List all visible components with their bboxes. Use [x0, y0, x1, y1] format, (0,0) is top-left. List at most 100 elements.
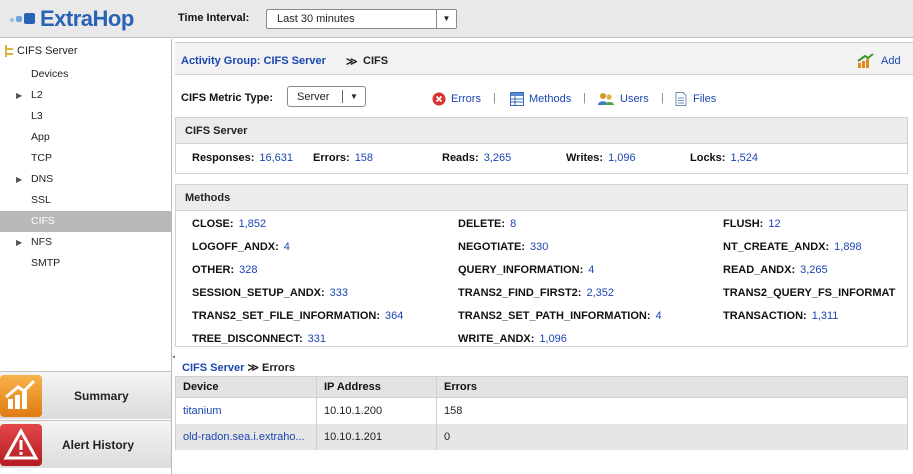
method-write-andx: WRITE_ANDX: 1,096 [458, 333, 567, 345]
method-trans2-set-path-information: TRANS2_SET_PATH_INFORMATION: 4 [458, 310, 662, 322]
methods-link[interactable]: Methods [510, 92, 571, 106]
errors-table-title: CIFS Server ≫ Errors [182, 361, 295, 374]
method-delete: DELETE: 8 [458, 218, 517, 230]
stat-locks: Locks: 1,524 [690, 152, 758, 164]
expand-triangle-icon[interactable]: ▶ [16, 169, 22, 190]
ip-address-cell: 10.10.1.200 [316, 397, 437, 424]
files-label: Files [693, 93, 717, 105]
tree-icon [4, 45, 14, 57]
stat-responses: Responses: 16,631 [192, 152, 294, 164]
table-header-row: Device IP Address Errors [175, 376, 908, 398]
add-chart-icon[interactable] [857, 53, 875, 69]
method-tree-disconnect: TREE_DISCONNECT: 331 [192, 333, 326, 345]
ip-address-cell: 10.10.1.201 [316, 423, 437, 450]
panel-title: CIFS Server [176, 118, 907, 144]
method-trans2-find-first2: TRANS2_FIND_FIRST2: 2,352 [458, 287, 614, 299]
device-link[interactable]: titanium [175, 397, 317, 424]
errors-label: Errors [451, 93, 481, 105]
errors-title-separator: ≫ [247, 362, 259, 374]
panel-title: Methods [176, 185, 907, 211]
extrahop-logo[interactable]: ExtraHop [8, 6, 134, 32]
logo-text: ExtraHop [40, 6, 134, 31]
methods-label: Methods [529, 93, 572, 105]
error-icon [432, 92, 446, 106]
breadcrumb-group-link[interactable]: Activity Group: CIFS Server [181, 55, 326, 67]
errors-title-link[interactable]: CIFS Server [182, 362, 244, 374]
summary-panel: CIFS Server Responses: 16,631 Errors: 158 … [175, 117, 908, 174]
sidebar-item-l2[interactable]: ▶ L2 [0, 85, 171, 106]
stat-errors: Errors: 158 [313, 152, 374, 164]
alert-history-button[interactable]: Alert History [0, 420, 171, 468]
files-link[interactable]: Files [674, 92, 716, 106]
method-trans2-set-file-information: TRANS2_SET_FILE_INFORMATION: 364 [192, 310, 404, 322]
breadcrumb-current: CIFS [363, 55, 389, 67]
method-logoff-andx: LOGOFF_ANDX: 4 [192, 241, 290, 253]
errors-cell: 0 [436, 423, 908, 450]
breadcrumb-separator: ≫ [346, 56, 358, 68]
sidebar-item-l3[interactable]: L3 [0, 106, 171, 127]
errors-table: Device IP Address Errors titanium 10.10.… [175, 376, 908, 450]
divider: | [583, 92, 586, 104]
errors-cell: 158 [436, 397, 908, 424]
sidebar-item-tcp[interactable]: TCP [0, 148, 171, 169]
top-bar: ExtraHop Time Interval: Last 30 minutes … [0, 0, 913, 38]
method-nt-create-andx: NT_CREATE_ANDX: 1,898 [723, 241, 862, 253]
method-close: CLOSE: 1,852 [192, 218, 267, 230]
time-interval-value: Last 30 minutes [277, 13, 355, 25]
column-header-device[interactable]: Device [175, 376, 317, 398]
summary-label: Summary [74, 389, 129, 403]
users-icon [597, 92, 615, 106]
metric-type-value: Server [297, 91, 330, 103]
method-query-information: QUERY_INFORMATION: 4 [458, 264, 595, 276]
stat-writes: Writes: 1,096 [566, 152, 636, 164]
chevron-down-icon: ▼ [436, 10, 456, 28]
breadcrumb: Activity Group: CIFS Server ≫ CIFS Add [175, 42, 913, 75]
errors-title-text: Errors [262, 362, 296, 374]
sidebar-item-cifs[interactable]: CIFS [0, 211, 171, 232]
expand-triangle-icon[interactable]: ▶ [16, 85, 22, 106]
divider: | [493, 92, 496, 104]
sidebar-item-ssl[interactable]: SSL [0, 190, 171, 211]
sidebar-group-label: CIFS Server [17, 45, 78, 57]
table-row: titanium 10.10.1.200 158 [175, 397, 908, 424]
errors-link[interactable]: Errors [432, 92, 481, 106]
column-header-errors[interactable]: Errors [436, 376, 908, 398]
files-icon [674, 92, 688, 106]
users-label: Users [620, 93, 649, 105]
column-header-ip-address[interactable]: IP Address [316, 376, 437, 398]
method-other: OTHER: 328 [192, 264, 258, 276]
divider: | [661, 92, 664, 104]
method-transaction: TRANSACTION: 1,311 [723, 310, 839, 322]
sidebar-item-dns[interactable]: ▶ DNS [0, 169, 171, 190]
alert-history-label: Alert History [62, 438, 135, 452]
sidebar-item-smtp[interactable]: SMTP [0, 253, 171, 274]
time-interval-label: Time Interval: [178, 12, 250, 24]
method-negotiate: NEGOTIATE: 330 [458, 241, 549, 253]
sidebar-group-title[interactable]: CIFS Server [4, 45, 78, 57]
methods-panel: Methods CLOSE: 1,852 DELETE: 8 FLUSH: 12 LO… [175, 184, 908, 347]
device-link[interactable]: old-radon.sea.i.extraho... [175, 423, 317, 450]
sidebar-item-nfs[interactable]: ▶ NFS [0, 232, 171, 253]
logo-mark-icon [8, 8, 38, 30]
summary-chart-icon [0, 375, 42, 417]
expand-triangle-icon[interactable]: ▶ [16, 232, 22, 253]
method-session-setup-andx: SESSION_SETUP_ANDX: 333 [192, 287, 349, 299]
alert-icon [0, 424, 42, 466]
summary-button[interactable]: Summary [0, 371, 171, 419]
users-link[interactable]: Users [597, 92, 649, 106]
main-content: Activity Group: CIFS Server ≫ CIFS Add C… [175, 39, 913, 474]
table-row: old-radon.sea.i.extraho... 10.10.1.201 0 [175, 423, 908, 450]
methods-icon [510, 92, 524, 106]
method-flush: FLUSH: 12 [723, 218, 781, 230]
method-trans2-query-fs: TRANS2_QUERY_FS_INFORMAT [723, 287, 896, 299]
chevron-down-icon: ▼ [350, 92, 358, 101]
sidebar-item-app[interactable]: App [0, 127, 171, 148]
stat-reads: Reads: 3,265 [442, 152, 512, 164]
sidebar-item-devices[interactable]: Devices [0, 64, 171, 85]
add-link[interactable]: Add [881, 55, 901, 67]
sidebar: CIFS Server Devices ▶ L2 L3 App TCP ▶ DN… [0, 39, 172, 474]
metric-type-label: CIFS Metric Type: [181, 92, 274, 104]
metric-type-select[interactable]: Server ▼ [287, 86, 366, 107]
time-interval-select[interactable]: Last 30 minutes ▼ [266, 9, 457, 29]
method-read-andx: READ_ANDX: 3,265 [723, 264, 828, 276]
